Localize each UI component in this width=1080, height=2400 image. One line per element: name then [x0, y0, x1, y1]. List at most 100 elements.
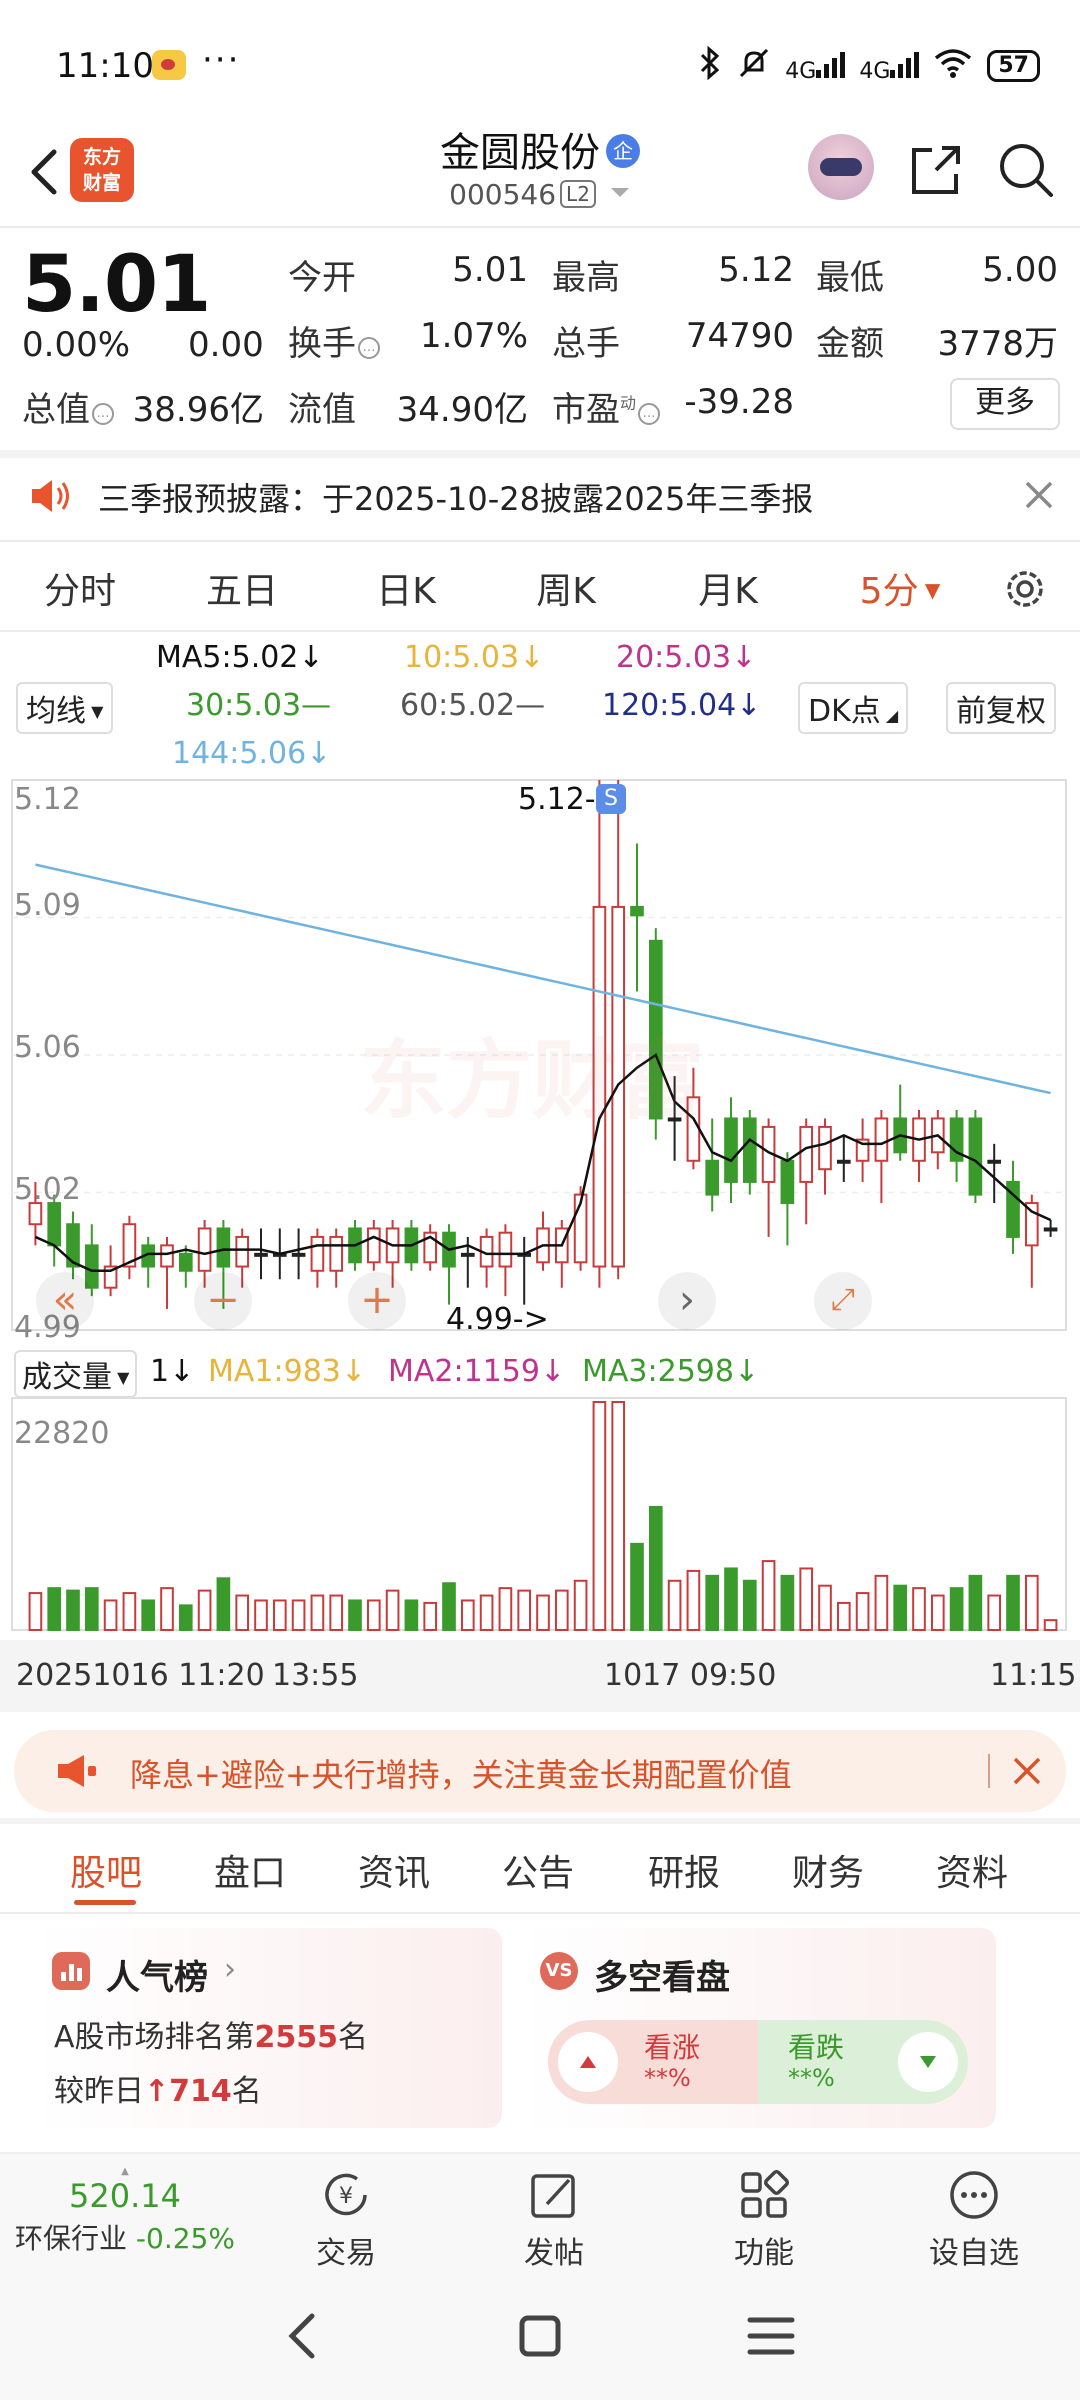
zoom-in-icon[interactable]: +	[348, 1272, 406, 1330]
candle-body	[160, 1244, 174, 1268]
ad-banner[interactable]: 降息+避险+央行增持，关注黄金长期配置价值	[14, 1730, 1066, 1812]
volume-bar	[912, 1587, 926, 1631]
volume-bar	[836, 1601, 851, 1632]
ma-selector[interactable]: 均线 ▼	[16, 682, 114, 734]
status-indicators: 4G 4G 57	[697, 45, 1040, 86]
bull-bear-card[interactable]: VS 多空看盘 看涨 **% 看跌 **%	[522, 1928, 996, 2128]
volume-bar	[141, 1599, 156, 1631]
volume-bar	[648, 1505, 663, 1631]
more-notifications-icon: ···	[202, 40, 241, 80]
volume-value: 74790	[685, 316, 794, 356]
tab-intraday[interactable]: 分时	[20, 562, 140, 614]
candle-body	[47, 1202, 62, 1247]
gear-icon[interactable]	[1000, 564, 1050, 614]
ma20-legend: 20:5.03↓	[616, 640, 757, 675]
scroll-right-icon[interactable]: ›	[658, 1272, 716, 1330]
vote-bear-button[interactable]	[898, 2032, 958, 2092]
high-label: 最高	[552, 258, 620, 298]
candle-body	[705, 1159, 720, 1196]
change-percent: 0.00%	[22, 325, 131, 365]
zoom-out-icon[interactable]: −	[194, 1272, 252, 1330]
signal-1-icon: 4G	[785, 48, 846, 84]
functions-button[interactable]: 功能	[694, 2168, 834, 2272]
volume-bar	[1006, 1574, 1020, 1632]
grid-icon	[737, 2168, 791, 2222]
candle-body	[498, 1231, 513, 1268]
trade-button[interactable]: ¥ 交易	[276, 2168, 416, 2272]
volume-bar	[667, 1579, 682, 1631]
tab-profile[interactable]: 资料	[912, 1844, 1032, 1896]
mktcap-label[interactable]: 总值…	[22, 382, 114, 431]
tab-guba[interactable]: 股吧	[46, 1844, 166, 1896]
more-button[interactable]: 更多	[950, 378, 1060, 430]
scroll-left-icon[interactable]: «	[36, 1272, 94, 1330]
volume-bar	[254, 1599, 268, 1631]
vol-ma2-legend: MA2:1159↓	[388, 1354, 566, 1389]
tab-five-day[interactable]: 五日	[182, 562, 302, 614]
divider	[0, 226, 1080, 228]
pe-sup: 动	[620, 393, 637, 413]
ma60-legend: 60:5.02—	[400, 688, 546, 723]
volume-bar	[930, 1594, 945, 1632]
volume-bar	[874, 1574, 889, 1632]
tab-announcements[interactable]: 公告	[478, 1844, 598, 1896]
post-button[interactable]: 发帖	[484, 2168, 624, 2272]
share-icon[interactable]	[906, 140, 966, 200]
functions-label: 功能	[734, 2236, 794, 2271]
close-icon[interactable]	[1022, 478, 1056, 512]
system-navigation	[0, 2272, 1080, 2400]
tab-monthly-k[interactable]: 月K	[668, 562, 788, 614]
tab-daily-k[interactable]: 日K	[346, 562, 466, 614]
tab-pankou[interactable]: 盘口	[190, 1844, 310, 1896]
tab-weekly-k[interactable]: 周K	[506, 562, 626, 614]
caret-down-icon: ▼	[112, 1368, 130, 1387]
volume-bar	[1043, 1619, 1058, 1631]
add-watchlist-button[interactable]: 设自选	[904, 2168, 1044, 2272]
volume-chart[interactable]	[0, 1390, 1080, 1640]
candle-body	[742, 1117, 757, 1183]
volume-bar	[761, 1560, 776, 1631]
volume-bar	[442, 1582, 456, 1632]
rank-value: 2555	[254, 2020, 339, 2055]
adjust-button[interactable]: 前复权	[946, 682, 1056, 734]
candle-body	[178, 1252, 193, 1272]
volume-y-top: 22820	[14, 1416, 110, 1451]
ai-assistant-icon[interactable]	[808, 134, 874, 200]
popularity-card[interactable]: 人气榜 › A股市场排名第2555名 较昨日↑714名	[34, 1928, 502, 2128]
info-icon: …	[92, 403, 114, 425]
tab-research[interactable]: 研报	[624, 1844, 744, 1896]
ad-text: 降息+避险+央行增持，关注黄金长期配置价值	[130, 1756, 792, 1794]
nav-home-icon[interactable]	[514, 2310, 566, 2366]
nav-back-icon[interactable]	[278, 2308, 328, 2368]
rank-line: A股市场排名第2555名	[54, 2012, 368, 2056]
notice-bar[interactable]: 三季报预披露：于2025-10-28披露2025年三季报	[0, 452, 1080, 540]
vote-bull-button[interactable]	[558, 2032, 618, 2092]
float-value: 34.90亿	[396, 390, 528, 430]
x-label-4: 11:15	[990, 1658, 1077, 1693]
dk-point-button[interactable]: DK点 ◢	[798, 682, 909, 734]
level2-badge: L2	[560, 180, 596, 208]
volume-bar	[592, 1401, 607, 1631]
candle-body	[254, 1252, 268, 1257]
sector-index[interactable]: ▲ 520.14 环保行业 -0.25%	[0, 2166, 250, 2257]
nav-menu-icon[interactable]	[744, 2310, 798, 2366]
vol-ma1-legend: MA1:983↓	[208, 1354, 366, 1389]
turnover-label[interactable]: 换手…	[288, 316, 380, 365]
divider	[0, 630, 1080, 632]
speaker-icon	[28, 476, 72, 516]
s-marker-icon[interactable]: S	[596, 784, 626, 814]
search-icon[interactable]	[996, 140, 1056, 200]
volume-bar	[197, 1589, 212, 1632]
tab-news[interactable]: 资讯	[334, 1844, 454, 1896]
pe-label[interactable]: 市盈动…	[552, 382, 661, 431]
y-label-top: 5.12	[14, 782, 81, 817]
tab-finance[interactable]: 财务	[768, 1844, 888, 1896]
ma144-legend: 144:5.06↓	[172, 736, 332, 771]
volume-bar	[987, 1594, 1002, 1632]
tab-5min[interactable]: 5分 ▼	[840, 562, 960, 614]
close-icon[interactable]	[1010, 1754, 1044, 1788]
notice-text: 三季报预披露：于2025-10-28披露2025年三季报	[98, 480, 814, 518]
add-watchlist-label: 设自选	[929, 2236, 1019, 2271]
volume-bar	[949, 1587, 964, 1631]
fullscreen-icon[interactable]: ⤢	[814, 1272, 872, 1330]
